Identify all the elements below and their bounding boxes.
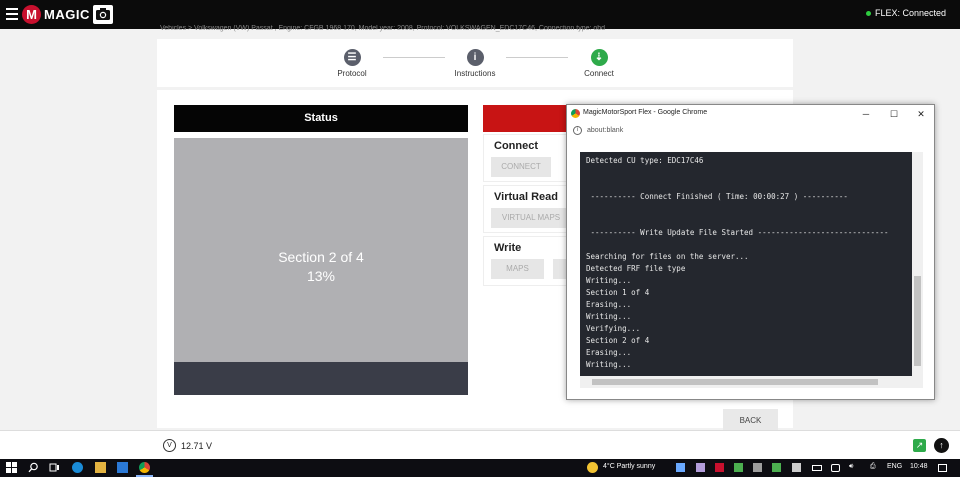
write-title: Write bbox=[494, 242, 522, 254]
maps-button[interactable]: MAPS bbox=[491, 259, 544, 279]
plug-icon: ⇣ bbox=[590, 49, 608, 66]
windows-start-icon[interactable] bbox=[6, 462, 17, 473]
list-icon: ☰ bbox=[343, 49, 361, 66]
magic-logo: M MAGIC bbox=[22, 5, 90, 24]
voltage-value: 12.71 V bbox=[181, 440, 213, 451]
console-line: Detected FRF file type bbox=[586, 264, 686, 273]
scrollbar-thumb[interactable] bbox=[592, 379, 878, 385]
windows-taskbar: 4°C Partly sunny 🔊︎ ⎙ ENG 10:48 bbox=[0, 459, 960, 477]
mail-icon[interactable] bbox=[117, 462, 128, 473]
tray-app-icon[interactable] bbox=[753, 463, 762, 472]
camera-icon bbox=[96, 8, 110, 20]
connect-button[interactable]: CONNECT bbox=[491, 157, 551, 177]
close-icon[interactable]: ✕ bbox=[907, 106, 935, 122]
tray-pen-icon[interactable] bbox=[696, 463, 705, 472]
status-percent-text: 13% bbox=[306, 268, 336, 284]
file-explorer-icon[interactable] bbox=[95, 462, 106, 473]
status-section-text: Section 2 of 4 bbox=[278, 249, 364, 265]
search-icon[interactable] bbox=[28, 462, 39, 473]
flex-connection-status: FLEX: Connected bbox=[865, 8, 946, 18]
chrome-icon bbox=[571, 109, 580, 118]
expand-arrow-icon[interactable]: ↗ bbox=[913, 439, 926, 452]
battery-icon[interactable] bbox=[812, 465, 822, 471]
console-line: Searching for files on the server... bbox=[586, 252, 749, 261]
console-line: Verifying... bbox=[586, 324, 641, 333]
popup-address-bar: i about:blank bbox=[567, 123, 934, 140]
network-icon[interactable] bbox=[831, 464, 840, 472]
weather-icon[interactable] bbox=[587, 462, 598, 473]
volume-icon[interactable]: 🔊︎ bbox=[849, 463, 853, 471]
scrollbar-thumb[interactable] bbox=[914, 276, 921, 366]
step-label: Connect bbox=[584, 69, 614, 78]
popup-url: about:blank bbox=[587, 127, 624, 134]
task-view-icon[interactable] bbox=[49, 462, 60, 473]
chrome-taskbar-icon[interactable] bbox=[139, 462, 150, 473]
horizontal-scrollbar[interactable] bbox=[580, 376, 923, 388]
footer-bar: V 12.71 V ↗ ↑ bbox=[0, 430, 960, 459]
voltage-icon: V bbox=[163, 439, 176, 452]
language-indicator[interactable]: ENG bbox=[887, 463, 902, 470]
logo-m-icon: M bbox=[22, 5, 41, 24]
breadcrumb: Vehicles > Volkswagen (VW) Passat , Engi… bbox=[160, 25, 606, 32]
console-line: ---------- Write Update File Started ---… bbox=[586, 228, 889, 237]
logo-text: MAGIC bbox=[44, 7, 90, 22]
weather-text[interactable]: 4°C Partly sunny bbox=[603, 463, 655, 470]
popup-title-text: MagicMotorSport Flex - Google Chrome bbox=[583, 109, 708, 116]
step-connect[interactable]: ⇣ Connect bbox=[559, 49, 639, 78]
console-line: Erasing... bbox=[586, 348, 632, 357]
info-icon: i bbox=[466, 49, 484, 66]
virtual-read-title: Virtual Read bbox=[494, 191, 558, 203]
clock[interactable]: 10:48 bbox=[910, 463, 928, 470]
popup-title-bar: MagicMotorSport Flex - Google Chrome ─ ☐… bbox=[567, 105, 934, 123]
tray-app-icon[interactable] bbox=[792, 463, 801, 472]
console-line: Detected CU type: EDC17C46 bbox=[586, 156, 704, 165]
console-line: Section 1 of 4 bbox=[586, 288, 650, 297]
tray-green-icon[interactable] bbox=[734, 463, 743, 472]
step-instructions[interactable]: i Instructions bbox=[435, 49, 515, 78]
hamburger-menu-icon[interactable] bbox=[6, 8, 18, 20]
console-line: Writing... bbox=[586, 360, 632, 369]
tray-magic-icon[interactable] bbox=[715, 463, 724, 472]
console-log: Detected CU type: EDC17C46 ---------- Co… bbox=[580, 152, 923, 388]
vertical-scrollbar[interactable] bbox=[912, 152, 923, 376]
console-line: Writing... bbox=[586, 312, 632, 321]
status-dot-icon bbox=[865, 10, 871, 16]
voltage-readout: V 12.71 V bbox=[163, 439, 212, 452]
chrome-popup-window: MagicMotorSport Flex - Google Chrome ─ ☐… bbox=[566, 104, 935, 400]
stepper-card: ☰ Protocol i Instructions ⇣ Connect bbox=[157, 39, 793, 87]
maximize-icon[interactable]: ☐ bbox=[880, 106, 908, 122]
tray-app-icon[interactable] bbox=[772, 463, 781, 472]
notification-icon[interactable] bbox=[938, 464, 947, 472]
scroll-up-icon[interactable]: ↑ bbox=[934, 438, 949, 453]
status-header: Status bbox=[174, 105, 468, 132]
step-label: Protocol bbox=[337, 69, 367, 78]
virtual-maps-button[interactable]: VIRTUAL MAPS bbox=[491, 208, 571, 228]
edge-icon[interactable] bbox=[72, 462, 83, 473]
minimize-icon[interactable]: ─ bbox=[852, 106, 880, 122]
printer-icon[interactable]: ⎙ bbox=[870, 463, 876, 471]
step-protocol[interactable]: ☰ Protocol bbox=[312, 49, 392, 78]
console-line: Erasing... bbox=[586, 300, 632, 309]
console-line: Writing... bbox=[586, 276, 632, 285]
status-panel: Section 2 of 4 13% bbox=[174, 138, 468, 362]
info-icon[interactable]: i bbox=[573, 126, 582, 135]
step-label: Instructions bbox=[454, 69, 496, 78]
connect-title: Connect bbox=[494, 140, 538, 152]
camera-button[interactable] bbox=[93, 5, 113, 24]
tray-app-icon[interactable] bbox=[676, 463, 685, 472]
console-line: ---------- Connect Finished ( Time: 00:0… bbox=[586, 192, 848, 201]
console-line: Section 2 of 4 bbox=[586, 336, 650, 345]
status-progress-bar bbox=[174, 362, 468, 395]
back-button[interactable]: BACK bbox=[723, 409, 778, 432]
flex-status-text: FLEX: Connected bbox=[874, 8, 946, 18]
